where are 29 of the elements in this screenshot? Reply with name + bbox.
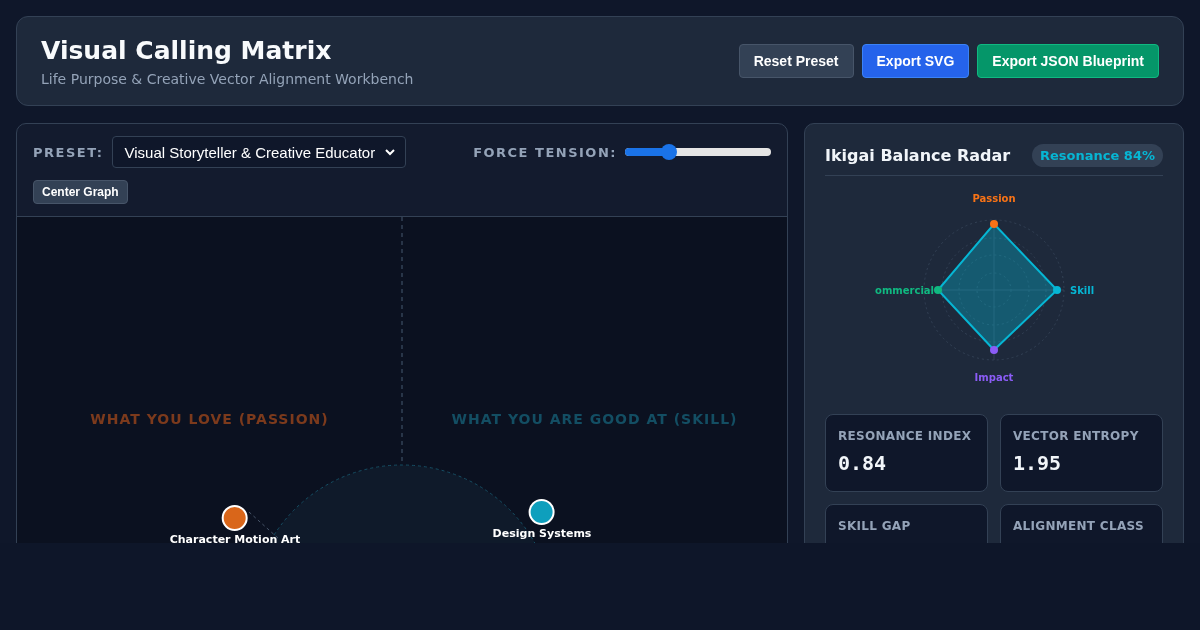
axis-label: Passion <box>972 193 1016 204</box>
radar-title: Ikigai Balance Radar <box>825 146 1011 165</box>
graph-node[interactable] <box>222 505 248 531</box>
quadrant-label: WHAT YOU LOVE (PASSION) <box>89 411 330 427</box>
axis-label: Skill <box>1070 285 1095 296</box>
app-title: Visual Calling Matrix <box>41 35 333 65</box>
node-label: Character Motion Art <box>169 533 301 543</box>
slider-thumb[interactable] <box>660 144 677 160</box>
app-subtitle: Life Purpose & Creative Vector Alignment Workbench <box>41 70 414 87</box>
tension-label: FORCE TENSION: <box>473 144 617 160</box>
node-label: Design Systems <box>492 527 592 540</box>
metric-label: RESONANCE INDEX <box>838 429 973 443</box>
quadrant-label: WHAT YOU ARE GOOD AT (SKILL) <box>450 411 739 427</box>
axis-label: ommercial <box>875 285 934 296</box>
resonance-badge: Resonance 84% <box>1032 144 1163 167</box>
preset-label: PRESET: <box>33 144 104 160</box>
center-graph-button[interactable]: Center Graph <box>33 180 128 204</box>
chevron-down-icon <box>385 148 396 156</box>
metric-value: 0.84 <box>838 451 888 475</box>
export-button[interactable]: Export SVG <box>861 44 970 78</box>
metric-label: SKILL GAP <box>838 519 912 533</box>
export-button[interactable]: Export JSON Blueprint <box>977 44 1159 78</box>
graph-node[interactable] <box>529 499 555 525</box>
metric-label: ALIGNMENT CLASS <box>1013 519 1145 533</box>
preset-select[interactable]: Visual Storyteller & Creative Educator <box>111 136 407 168</box>
axis-label: Impact <box>974 372 1014 383</box>
metric-value: 1.95 <box>1013 451 1063 475</box>
reset-button[interactable]: Reset Preset <box>738 44 854 78</box>
metric-label: VECTOR ENTROPY <box>1013 429 1140 443</box>
